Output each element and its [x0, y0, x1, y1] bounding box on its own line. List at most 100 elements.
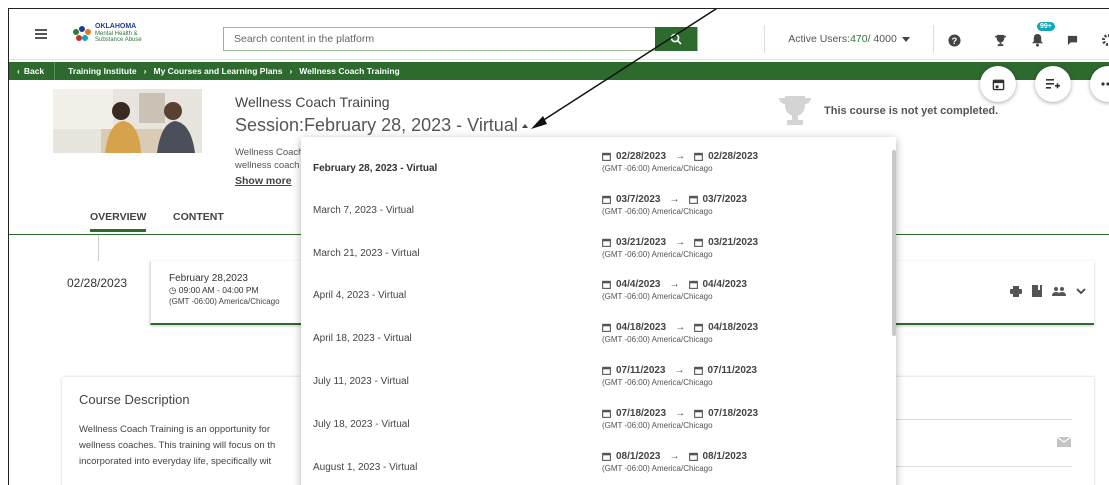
session-end-date: 08/1/2023 [702, 450, 748, 462]
session-option-range: 07/11/2023 → 07/11/2023 [602, 365, 757, 376]
active-users-total: / 4000 [867, 33, 897, 45]
calendar-icon [602, 280, 616, 290]
calendar-icon [694, 323, 708, 333]
chevron-down-icon[interactable] [1076, 287, 1086, 295]
mail-icon[interactable] [1057, 437, 1071, 447]
chat-icon[interactable] [1059, 27, 1085, 53]
session-option-timezone: (GMT -06:00) America/Chicago [602, 206, 713, 216]
session-option[interactable]: March 7, 2023 - Virtual 03/7/2023 → 03/7/20… [301, 180, 888, 223]
chevron-left-icon: ‹ [17, 66, 20, 76]
session-option[interactable]: February 28, 2023 - Virtual 02/28/2023 → 02… [301, 137, 888, 180]
search-button[interactable] [655, 27, 697, 51]
session-end-date: 07/11/2023 [707, 365, 758, 376]
print-icon[interactable] [1010, 285, 1022, 297]
session-option[interactable]: July 18, 2023 - Virtual 07/18/2023 → 07/18/… [301, 394, 888, 437]
search-box [223, 27, 698, 51]
people-icon[interactable] [1052, 286, 1066, 296]
active-users-dropdown[interactable]: Active Users: 470 / 4000 [764, 25, 934, 53]
logo-mark-icon [73, 26, 91, 41]
session-option-timezone: (GMT -06:00) America/Chicago [602, 164, 713, 173]
course-description-text: Wellness Coach Training is an opportunit… [79, 424, 276, 467]
session-option-name: March 7, 2023 - Virtual [313, 204, 414, 216]
divider [892, 466, 1072, 467]
session-option-timezone: (GMT -06:00) America/Chicago [602, 463, 713, 473]
course-thumbnail [53, 89, 202, 153]
more-horizontal-icon [1101, 82, 1109, 86]
session-option-timezone: (GMT -06:00) America/Chicago [602, 292, 713, 302]
session-start-date: 02/28/2023 [616, 151, 667, 162]
breadcrumb-my-courses[interactable]: My Courses and Learning Plans [154, 66, 283, 76]
notification-badge: 99+ [1037, 22, 1055, 31]
logo-line3: Substance Abuse [95, 37, 142, 44]
arrow-right-icon: → [675, 407, 686, 419]
calendar-icon [694, 238, 708, 247]
session-option-timezone: (GMT -06:00) America/Chicago [602, 335, 713, 345]
tab-content[interactable]: CONTENT [173, 211, 224, 229]
session-option-range: 07/18/2023 → 07/18/2023 [602, 408, 758, 419]
session-timezone: (GMT -06:00) America/Chicago [169, 297, 280, 306]
back-label: Back [23, 66, 45, 76]
breadcrumb-current-course: Wellness Coach Training [299, 66, 400, 76]
session-option[interactable]: March 21, 2023 - Virtual 03/21/2023 → 03/21… [301, 223, 888, 266]
arrow-right-icon: → [675, 236, 686, 248]
calendar-icon [694, 409, 708, 418]
session-option[interactable]: April 18, 2023 - Virtual 04/18/2023 → 04/18… [301, 308, 888, 351]
back-button[interactable]: ‹ Back [9, 62, 56, 80]
breadcrumb: ‹ Back Training Institute › My Courses a… [9, 62, 1109, 80]
add-to-playlist-button[interactable] [1035, 66, 1071, 102]
session-option[interactable]: April 4, 2023 - Virtual 04/4/2023 → 04/4/20… [301, 265, 888, 308]
session-option-name: April 18, 2023 - Virtual [313, 333, 412, 345]
tab-overview[interactable]: OVERVIEW [90, 211, 147, 232]
session-date: February 28,2023 [169, 273, 248, 284]
timeline-line [98, 235, 99, 261]
session-start-date: 07/18/2023 [616, 407, 667, 419]
calendar-icon [688, 280, 703, 290]
session-start-date: 04/4/2023 [616, 279, 661, 291]
session-option-range: 03/7/2023 → 03/7/2023 [602, 194, 747, 205]
calendar-icon [693, 366, 708, 375]
session-option-range: 04/4/2023 → 04/4/2023 [602, 279, 747, 290]
session-end-date: 03/21/2023 [708, 236, 759, 248]
help-icon[interactable]: ? [941, 27, 967, 53]
arrow-right-icon: → [669, 193, 680, 205]
calendar-icon [688, 452, 703, 461]
calendar-icon [688, 195, 703, 204]
search-input[interactable] [224, 28, 656, 50]
session-end-date: 02/28/2023 [708, 151, 759, 162]
settings-icon[interactable] [1095, 27, 1109, 53]
session-start-date: 03/7/2023 [616, 193, 661, 205]
app-window: OKLAHOMA Mental Health & Substance Abuse… [8, 8, 1109, 485]
dropdown-scrollbar[interactable] [892, 150, 896, 336]
playlist-add-icon [1046, 79, 1060, 89]
hamburger-icon[interactable] [35, 29, 47, 39]
calendar-icon [992, 79, 1004, 90]
session-option-timezone: (GMT -06:00) America/Chicago [602, 249, 713, 259]
arrow-right-icon: → [675, 322, 686, 334]
logo[interactable]: OKLAHOMA Mental Health & Substance Abuse [71, 21, 161, 47]
book-icon[interactable] [1032, 285, 1042, 297]
trophy-icon[interactable] [987, 27, 1013, 53]
session-start-date: 03/21/2023 [616, 236, 667, 248]
search-icon [670, 33, 682, 45]
session-option-name: July 18, 2023 - Virtual [313, 418, 410, 430]
arrow-right-icon: → [669, 450, 680, 462]
trophy-icon [779, 96, 811, 125]
calendar-icon [602, 195, 616, 204]
session-option-range: 08/1/2023 → 08/1/2023 [602, 451, 747, 462]
show-more-link[interactable]: Show more [235, 175, 292, 187]
clock-icon: ◷ [169, 285, 179, 295]
session-option[interactable]: August 1, 2023 - Virtual 08/1/2023 → 08/1/2… [301, 437, 888, 480]
calendar-button[interactable] [980, 66, 1016, 102]
notification-icon[interactable]: 99+ [1024, 22, 1055, 53]
breadcrumb-training-institute[interactable]: Training Institute [68, 66, 136, 76]
course-description-heading: Course Description [79, 392, 190, 407]
session-prefix: Session: [235, 115, 305, 135]
calendar-icon [602, 323, 616, 333]
session-option-name: March 21, 2023 - Virtual [313, 247, 420, 259]
calendar-icon [694, 152, 708, 161]
session-selector[interactable]: Session:February 28, 2023 - Virtual [235, 115, 528, 136]
session-option-range: 04/18/2023 → 04/18/2023 [602, 322, 758, 333]
session-option[interactable]: July 11, 2023 - Virtual 07/11/2023 → 07/11/… [301, 351, 888, 394]
session-end-date: 03/7/2023 [702, 193, 748, 205]
session-option-range: 03/21/2023 → 03/21/2023 [602, 237, 758, 248]
